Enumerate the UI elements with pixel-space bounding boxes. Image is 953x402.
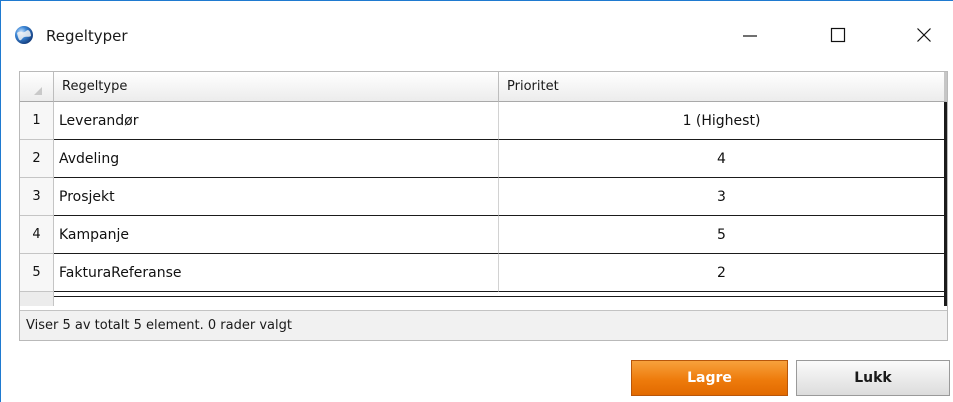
- minimize-button[interactable]: [727, 15, 773, 55]
- maximize-icon: [830, 27, 846, 43]
- close-window-button[interactable]: [901, 15, 947, 55]
- cell-prioritet[interactable]: 5: [499, 216, 947, 254]
- table-row[interactable]: 5 FakturaReferanse 2: [20, 254, 949, 292]
- row-number: 5: [20, 254, 54, 292]
- close-button[interactable]: Lukk: [796, 360, 950, 396]
- cell-regeltype[interactable]: Kampanje: [54, 216, 499, 254]
- table-row[interactable]: 2 Avdeling 4: [20, 140, 949, 178]
- column-header-label: Regeltype: [62, 79, 128, 94]
- row-number: 4: [20, 216, 54, 254]
- table-row[interactable]: 4 Kampanje 5: [20, 216, 949, 254]
- empty-row-divider: [54, 296, 947, 297]
- dialog-window: Regeltyper Regeltype Prioritet 1 Leveran…: [0, 0, 953, 402]
- rule-types-grid: Regeltype Prioritet 1 Leverandør 1 (High…: [19, 71, 948, 341]
- save-button[interactable]: Lagre: [631, 360, 788, 396]
- select-all-triangle-icon: [34, 87, 42, 95]
- empty-row-header: [20, 292, 54, 306]
- title-bar[interactable]: Regeltyper: [0, 0, 953, 62]
- table-row[interactable]: 1 Leverandør 1 (Highest): [20, 102, 949, 140]
- cell-prioritet[interactable]: 1 (Highest): [499, 102, 947, 140]
- cell-regeltype[interactable]: Leverandør: [54, 102, 499, 140]
- cell-regeltype[interactable]: Prosjekt: [54, 178, 499, 216]
- globe-app-icon: [14, 25, 34, 45]
- cell-prioritet[interactable]: 3: [499, 178, 947, 216]
- table-row[interactable]: 3 Prosjekt 3: [20, 178, 949, 216]
- maximize-button[interactable]: [815, 15, 861, 55]
- column-header-prioritet[interactable]: Prioritet: [499, 72, 947, 102]
- grid-corner-header[interactable]: [20, 72, 54, 102]
- cell-regeltype[interactable]: FakturaReferanse: [54, 254, 499, 292]
- minimize-icon: [743, 35, 757, 37]
- cell-prioritet[interactable]: 2: [499, 254, 947, 292]
- empty-row-edge: [944, 292, 947, 306]
- window-title: Regeltyper: [46, 27, 128, 45]
- cell-prioritet[interactable]: 4: [499, 140, 947, 178]
- column-header-regeltype[interactable]: Regeltype: [54, 72, 499, 102]
- column-header-label: Prioritet: [507, 79, 559, 94]
- row-number: 2: [20, 140, 54, 178]
- cell-regeltype[interactable]: Avdeling: [54, 140, 499, 178]
- row-number: 1: [20, 102, 54, 140]
- close-icon: [917, 28, 931, 42]
- row-number: 3: [20, 178, 54, 216]
- grid-status-bar: Viser 5 av totalt 5 element. 0 rader val…: [20, 310, 947, 340]
